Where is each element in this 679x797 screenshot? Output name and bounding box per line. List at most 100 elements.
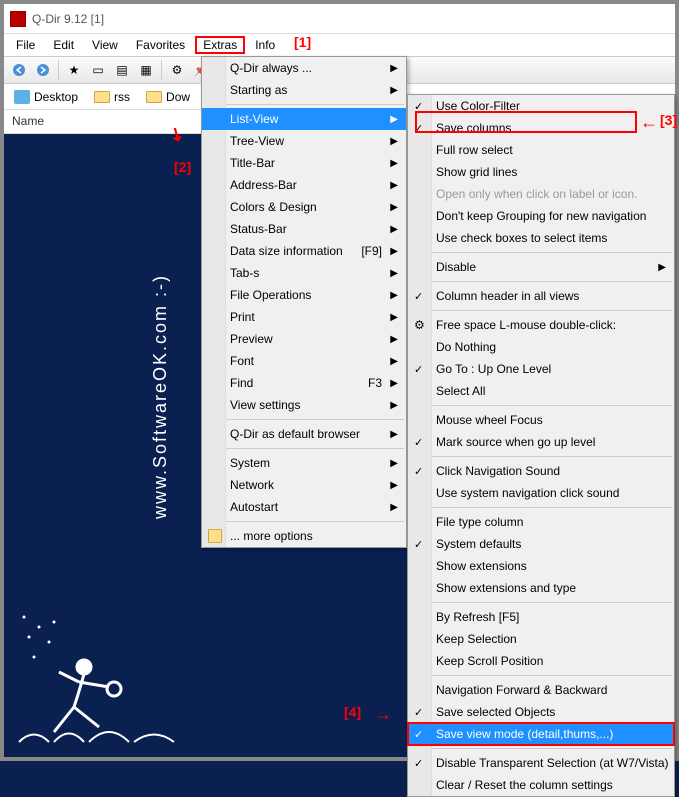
menu-item-label: Q-Dir as default browser: [230, 427, 360, 441]
menu-item-label: Navigation Forward & Backward: [436, 683, 607, 697]
menu-separator: [410, 252, 672, 253]
menu-item-label: Tab-s: [230, 266, 259, 280]
folder-rss[interactable]: rss: [88, 88, 136, 106]
listview-item[interactable]: ✓Go To : Up One Level: [408, 358, 674, 380]
window-title: Q-Dir 9.12 [1]: [32, 12, 104, 26]
submenu-arrow-icon: ▶: [390, 246, 398, 257]
extras-item[interactable]: Print▶: [202, 306, 406, 328]
listview-item[interactable]: ✓Save selected Objects: [408, 701, 674, 723]
arrow-4: →: [374, 704, 392, 725]
listview-item[interactable]: Clear / Reset the column settings: [408, 774, 674, 796]
forward-button[interactable]: [32, 59, 54, 81]
menu-info[interactable]: Info: [247, 36, 283, 54]
folder-dow[interactable]: Dow: [140, 88, 196, 106]
menu-separator: [410, 281, 672, 282]
menu-item-label: Disable: [436, 260, 476, 274]
extras-item[interactable]: Preview▶: [202, 328, 406, 350]
listview-item[interactable]: Full row select: [408, 139, 674, 161]
listview-item[interactable]: Don't keep Grouping for new navigation: [408, 205, 674, 227]
view3-button[interactable]: ▦: [135, 59, 157, 81]
listview-item[interactable]: File type column: [408, 511, 674, 533]
extras-item[interactable]: Q-Dir always ...▶: [202, 57, 406, 79]
extras-item[interactable]: ... more options: [202, 525, 406, 547]
menu-item-label: Full row select: [436, 143, 513, 157]
listview-item[interactable]: ⚙Free space L-mouse double-click:: [408, 314, 674, 336]
submenu-arrow-icon: ▶: [390, 158, 398, 169]
listview-item[interactable]: ✓Disable Transparent Selection (at W7/Vi…: [408, 752, 674, 774]
extras-item[interactable]: Starting as ▶: [202, 79, 406, 101]
extras-item[interactable]: Address-Bar▶: [202, 174, 406, 196]
listview-item[interactable]: Use system navigation click sound: [408, 482, 674, 504]
extras-item[interactable]: Data size information[F9]▶: [202, 240, 406, 262]
menu-item-label: Colors & Design: [230, 200, 317, 214]
listview-item[interactable]: Keep Scroll Position: [408, 650, 674, 672]
listview-item[interactable]: Navigation Forward & Backward: [408, 679, 674, 701]
listview-item[interactable]: Show grid lines: [408, 161, 674, 183]
menu-item-label: System: [230, 456, 270, 470]
extras-item[interactable]: Tab-s▶: [202, 262, 406, 284]
extras-item[interactable]: Network▶: [202, 474, 406, 496]
menu-item-label: Go To : Up One Level: [436, 362, 551, 376]
listview-item[interactable]: Disable▶: [408, 256, 674, 278]
view2-button[interactable]: ▤: [111, 59, 133, 81]
submenu-arrow-icon: ▶: [390, 334, 398, 345]
listview-item[interactable]: Select All: [408, 380, 674, 402]
extras-item[interactable]: List-View ▶: [202, 108, 406, 130]
listview-item[interactable]: Show extensions and type: [408, 577, 674, 599]
extras-item[interactable]: Tree-View▶: [202, 130, 406, 152]
listview-item[interactable]: ✓System defaults: [408, 533, 674, 555]
listview-item[interactable]: Show extensions: [408, 555, 674, 577]
gear-button[interactable]: ⚙: [166, 59, 188, 81]
extras-item[interactable]: FindF3▶: [202, 372, 406, 394]
extras-item[interactable]: Font▶: [202, 350, 406, 372]
star-button[interactable]: ★: [63, 59, 85, 81]
menu-item-label: Clear / Reset the column settings: [436, 778, 613, 792]
listview-item[interactable]: ✓Mark source when go up level: [408, 431, 674, 453]
extras-item[interactable]: Title-Bar ▶: [202, 152, 406, 174]
submenu-arrow-icon: ▶: [390, 114, 398, 125]
app-icon: [10, 11, 26, 27]
menu-item-label: Mouse wheel Focus: [436, 413, 543, 427]
listview-item[interactable]: Keep Selection: [408, 628, 674, 650]
submenu-arrow-icon: ▶: [390, 356, 398, 367]
menu-item-label: Title-Bar: [230, 156, 275, 170]
listview-item[interactable]: Mouse wheel Focus: [408, 409, 674, 431]
menu-edit[interactable]: Edit: [45, 36, 82, 54]
view1-button[interactable]: ▭: [87, 59, 109, 81]
watermark: www.SoftwareOK.com :-): [150, 274, 171, 519]
extras-item[interactable]: Status-Bar▶: [202, 218, 406, 240]
listview-item[interactable]: By Refresh [F5]: [408, 606, 674, 628]
menu-item-label: System defaults: [436, 537, 521, 551]
listview-item[interactable]: Do Nothing: [408, 336, 674, 358]
listview-item[interactable]: ✓Column header in all views: [408, 285, 674, 307]
menu-favorites[interactable]: Favorites: [128, 36, 193, 54]
listview-item[interactable]: ✓Click Navigation Sound: [408, 460, 674, 482]
menu-item-label: Mark source when go up level: [436, 435, 595, 449]
menu-item-label: Click Navigation Sound: [436, 464, 560, 478]
extras-item[interactable]: System▶: [202, 452, 406, 474]
back-button[interactable]: [8, 59, 30, 81]
menu-item-label: Use system navigation click sound: [436, 486, 619, 500]
listview-item[interactable]: ✓Save view mode (detail,thums,...): [408, 723, 674, 745]
extras-item[interactable]: Autostart▶: [202, 496, 406, 518]
menu-item-label: Starting as: [230, 83, 287, 97]
extras-item[interactable]: Q-Dir as default browser▶: [202, 423, 406, 445]
folder-desktop[interactable]: Desktop: [8, 88, 84, 106]
extras-item[interactable]: File Operations▶: [202, 284, 406, 306]
gear-icon: ⚙: [414, 318, 428, 332]
stickman-graphic: [14, 567, 194, 747]
menu-extras[interactable]: Extras: [195, 36, 245, 54]
listview-item[interactable]: ✓Save columns: [408, 117, 674, 139]
menu-item-label: List-View: [230, 112, 278, 126]
submenu-arrow-icon: ▶: [390, 85, 398, 96]
menu-item-label: Column header in all views: [436, 289, 579, 303]
extras-item[interactable]: View settings▶: [202, 394, 406, 416]
extras-item[interactable]: Colors & Design▶: [202, 196, 406, 218]
shortcut-label: F3: [368, 376, 382, 390]
menu-item-label: Find: [230, 376, 253, 390]
listview-item[interactable]: ✓Use Color-Filter: [408, 95, 674, 117]
listview-item: Open only when click on label or icon.: [408, 183, 674, 205]
menu-view[interactable]: View: [84, 36, 126, 54]
menu-file[interactable]: File: [8, 36, 43, 54]
listview-item[interactable]: Use check boxes to select items: [408, 227, 674, 249]
